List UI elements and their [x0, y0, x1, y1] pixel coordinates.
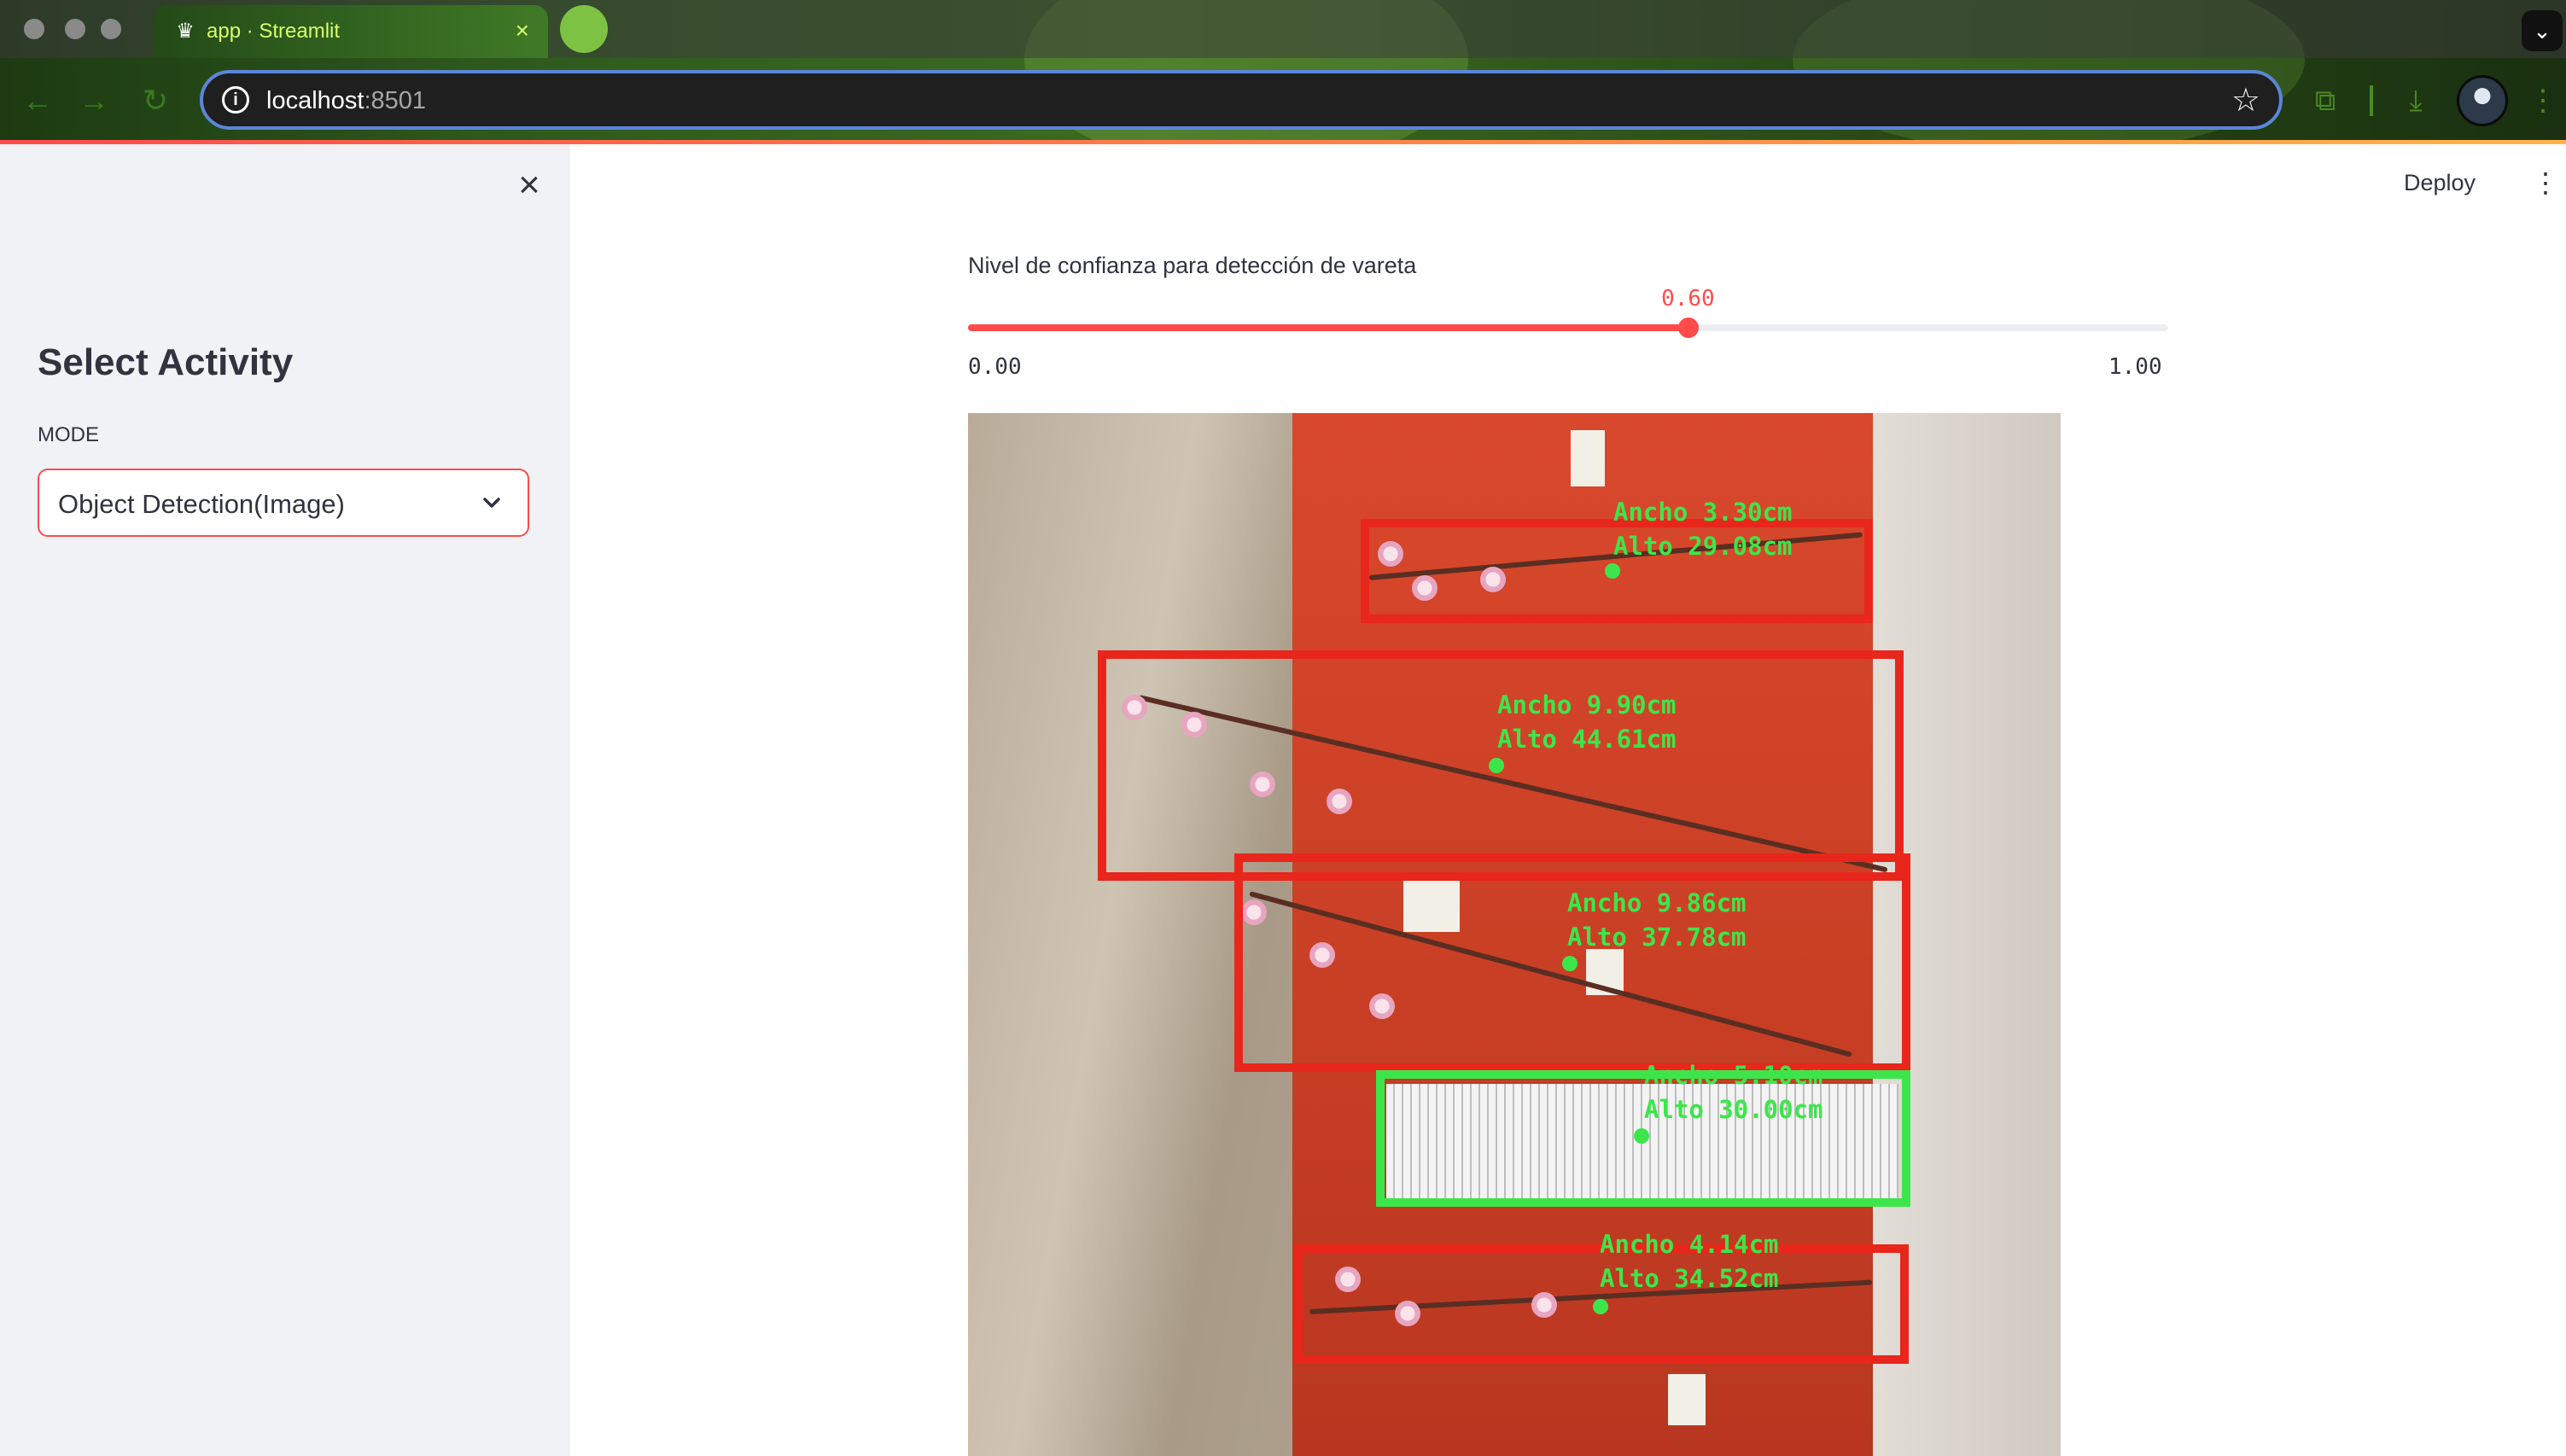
extensions-icon[interactable]: ⧉: [2305, 80, 2346, 121]
detection-2-alto: Alto 44.61cm: [1497, 725, 1677, 754]
detection-2-ancho: Ancho 9.90cm: [1497, 690, 1677, 719]
browser-toolbar: ← → ↻ i localhost:8501 ☆ ⧉ ⤓ ⋮: [0, 58, 2566, 143]
back-icon[interactable]: ←: [19, 82, 56, 119]
detection-result-image: Ancho 3.30cm Alto 29.08cm Ancho 9.90cm A…: [968, 413, 2061, 1456]
tab-close-icon[interactable]: ×: [516, 17, 529, 44]
detection-center-2: [1489, 758, 1504, 773]
main-menu-icon[interactable]: ⋮: [2532, 167, 2559, 198]
close-icon[interactable]: ×: [512, 166, 546, 204]
window-minimize-button[interactable]: [65, 19, 85, 39]
chevron-down-icon: [483, 498, 500, 508]
mode-label: MODE: [38, 423, 99, 446]
toolbar-divider: [2370, 85, 2373, 116]
detection-center-1: [1605, 563, 1620, 579]
confidence-slider-value: 0.60: [1661, 286, 1715, 312]
detection-5-alto: Alto 34.52cm: [1600, 1264, 1779, 1293]
confidence-slider-label: Nivel de confianza para detección de var…: [968, 253, 1417, 278]
url-port: :8501: [364, 87, 427, 114]
tab-title: app · Streamlit: [207, 20, 341, 43]
confidence-slider-thumb[interactable]: [1677, 317, 1699, 338]
slider-max-label: 1.00: [2108, 354, 2162, 380]
detection-3-alto: Alto 37.78cm: [1567, 923, 1747, 952]
photo-tag: [1668, 1374, 1706, 1425]
reference-alto: Alto 30.00cm: [1644, 1095, 1823, 1124]
new-tab-button[interactable]: [560, 5, 608, 53]
reference-center: [1634, 1128, 1649, 1144]
forward-icon[interactable]: →: [75, 82, 113, 119]
slider-min-label: 0.00: [968, 354, 1022, 380]
address-bar[interactable]: i localhost:8501 ☆: [200, 70, 2283, 130]
browser-tab-active[interactable]: ♛ app · Streamlit ×: [154, 5, 548, 58]
profile-avatar[interactable]: [2457, 75, 2508, 126]
reload-icon[interactable]: ↻: [137, 82, 174, 119]
tab-search-button[interactable]: ⌄: [2522, 10, 2563, 51]
window-close-button[interactable]: [24, 19, 44, 39]
detection-1-ancho: Ancho 3.30cm: [1613, 498, 1793, 527]
photo-tag: [1571, 430, 1605, 486]
detection-center-5: [1593, 1299, 1608, 1314]
mode-select-value: Object Detection(Image): [58, 489, 345, 519]
url-text[interactable]: localhost:8501: [266, 86, 426, 115]
sidebar-title: Select Activity: [38, 341, 294, 383]
mode-select[interactable]: Object Detection(Image): [38, 469, 529, 537]
deploy-button[interactable]: Deploy: [2404, 167, 2476, 198]
detection-3-ancho: Ancho 9.86cm: [1567, 888, 1747, 917]
url-host: localhost: [266, 87, 364, 114]
detection-5-ancho: Ancho 4.14cm: [1600, 1230, 1779, 1259]
confidence-slider-fill: [968, 324, 1688, 331]
more-icon[interactable]: ⋮: [2528, 80, 2557, 121]
crown-icon: ♛: [176, 20, 195, 43]
browser-chrome: ♛ app · Streamlit × ⌄ ← → ↻ i localhost:…: [0, 0, 2566, 171]
download-icon[interactable]: ⤓: [2395, 80, 2436, 121]
tab-strip: ♛ app · Streamlit × ⌄: [0, 0, 2566, 58]
confidence-slider-track[interactable]: [968, 317, 2168, 338]
detection-center-3: [1562, 956, 1578, 971]
reference-ancho: Ancho 5.10cm: [1644, 1061, 1823, 1090]
sidebar: × Select Activity MODE Object Detection(…: [0, 144, 570, 1456]
star-icon[interactable]: ☆: [2231, 82, 2260, 119]
info-icon[interactable]: i: [222, 86, 249, 114]
detection-1-alto: Alto 29.08cm: [1613, 532, 1793, 561]
window-zoom-button[interactable]: [101, 19, 121, 39]
